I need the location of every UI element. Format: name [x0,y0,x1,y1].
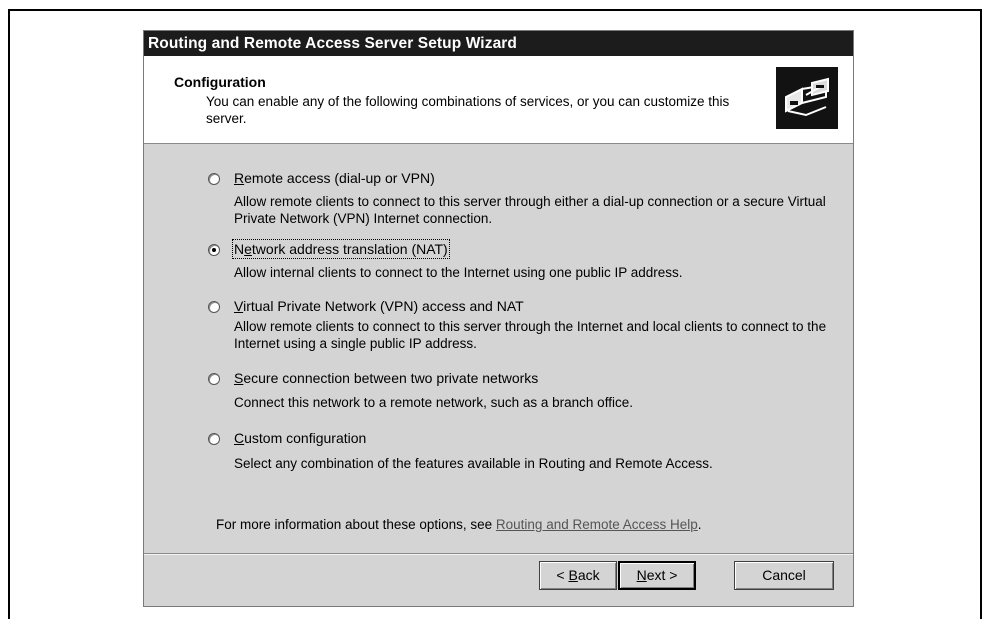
option-vpn-nat-description: Allow remote clients to connect to this … [234,319,827,351]
back-mnemonic: B [568,567,578,583]
label-rest: emote access (dial-up or VPN) [244,170,435,186]
option-remote-access-description: Allow remote clients to connect to this … [234,194,826,226]
wizard-header: Configuration You can enable any of the … [144,56,853,144]
mnemonic-e: e [244,241,252,257]
option-nat-label[interactable]: Network address translation (NAT) [232,239,450,259]
label-rest: irtual Private Network (VPN) access and … [243,298,524,314]
radio-nat[interactable] [208,244,220,256]
help-info-prefix: For more information about these options… [216,517,496,532]
label-rest: ustom configuration [244,430,367,446]
cancel-button[interactable]: Cancel [734,561,834,590]
help-info-text: For more information about these options… [216,517,702,532]
option-vpn-nat-label[interactable]: Virtual Private Network (VPN) access and… [234,298,524,314]
mnemonic-r: R [234,170,245,186]
back-button[interactable]: < Back [539,561,617,590]
footer-divider [144,553,853,555]
next-button[interactable]: Next > [618,561,696,590]
mnemonic-c: C [234,430,245,446]
option-remote-access-label[interactable]: Remote access (dial-up or VPN) [234,170,435,186]
back-rest: ack [577,567,600,583]
option-custom-configuration-label[interactable]: Custom configuration [234,430,366,446]
option-custom-configuration-description: Select any combination of the features a… [234,456,713,471]
wizard-dialog: Routing and Remote Access Server Setup W… [143,30,854,607]
label-rest: twork address translation (NAT) [251,241,448,257]
network-wizard-icon [776,67,838,129]
radio-custom-configuration[interactable] [208,433,220,445]
label-rest: ecure connection between two private net… [243,370,539,386]
window-title: Routing and Remote Access Server Setup W… [144,31,853,56]
page-description: You can enable any of the following comb… [206,94,730,126]
option-nat-description: Allow internal clients to connect to the… [234,265,683,280]
option-secure-connection-description: Connect this network to a remote network… [234,395,633,410]
mnemonic-v: V [234,298,244,314]
radio-vpn-nat[interactable] [208,301,220,313]
help-link[interactable]: Routing and Remote Access Help [496,517,698,532]
option-secure-connection-label[interactable]: Secure connection between two private ne… [234,370,538,386]
page-title: Configuration [174,74,266,90]
radio-remote-access[interactable] [208,173,220,185]
back-prefix: < [556,567,569,583]
next-mnemonic: N [636,567,647,583]
help-info-suffix: . [697,517,702,532]
label-prefix: N [234,241,245,257]
mnemonic-s: S [234,370,244,386]
radio-secure-connection[interactable] [208,373,220,385]
next-rest: ext > [646,567,678,583]
